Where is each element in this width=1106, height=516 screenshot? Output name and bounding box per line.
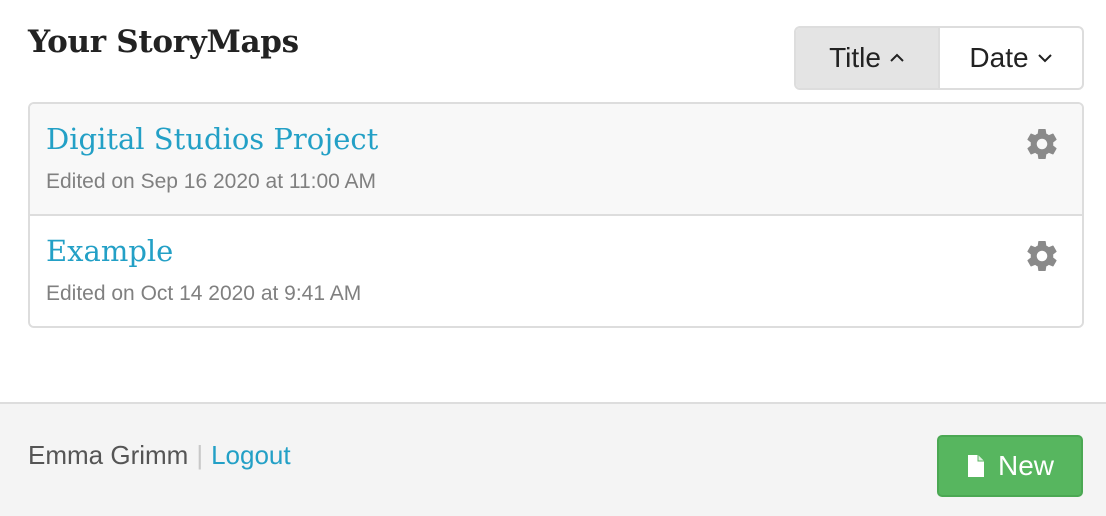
page-title: Your StoryMaps — [28, 24, 299, 60]
sort-toggle-group: Title Date — [794, 26, 1084, 90]
document-icon — [967, 455, 984, 477]
user-info: Emma Grimm | Logout — [28, 440, 291, 471]
storymaps-page: Your StoryMaps Title Date Digital Studio… — [0, 0, 1106, 516]
sort-title-label: Title — [829, 42, 881, 73]
chevron-up-icon — [890, 53, 904, 62]
sort-by-title-button[interactable]: Title — [796, 28, 940, 88]
gear-icon[interactable] — [1024, 126, 1060, 162]
storymap-title-link[interactable]: Example — [46, 234, 173, 268]
gear-icon[interactable] — [1024, 238, 1060, 274]
sort-date-label: Date — [969, 42, 1029, 73]
storymap-edited-date: Edited on Sep 16 2020 at 11:00 AM — [46, 170, 377, 193]
chevron-down-icon — [1037, 54, 1052, 63]
sort-by-date-button[interactable]: Date — [940, 28, 1082, 88]
separator: | — [196, 440, 204, 470]
new-storymap-button[interactable]: New — [937, 435, 1083, 497]
storymap-edited-date: Edited on Oct 14 2020 at 9:41 AM — [46, 282, 362, 305]
logout-link[interactable]: Logout — [211, 440, 291, 470]
user-name: Emma Grimm — [28, 440, 189, 470]
new-button-label: New — [997, 450, 1054, 481]
storymap-list-item: Example Edited on Oct 14 2020 at 9:41 AM — [30, 216, 1082, 326]
storymap-title-link[interactable]: Digital Studios Project — [46, 122, 378, 156]
storymap-list-item: Digital Studios Project Edited on Sep 16… — [30, 104, 1082, 216]
footer-bar: Emma Grimm | Logout New — [0, 402, 1106, 516]
storymap-list: Digital Studios Project Edited on Sep 16… — [28, 102, 1084, 328]
